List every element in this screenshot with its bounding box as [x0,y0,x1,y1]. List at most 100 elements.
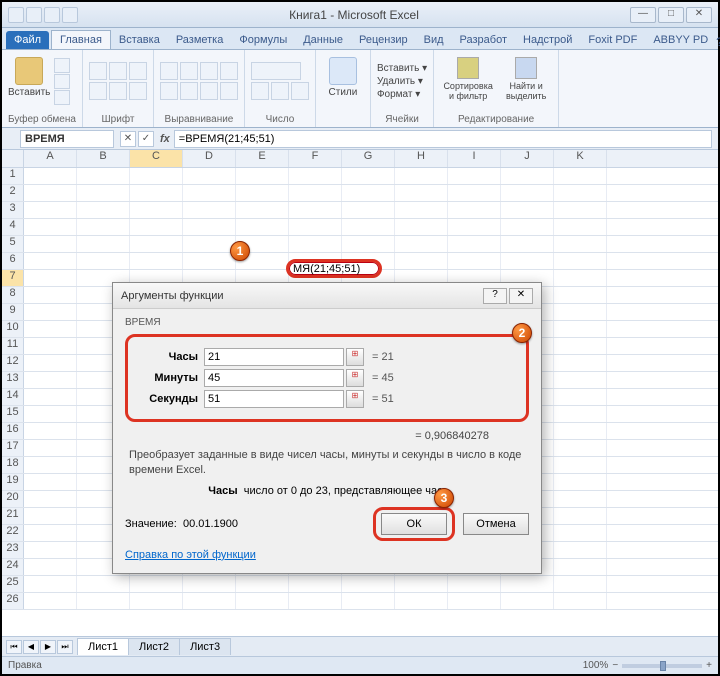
cell[interactable] [183,236,236,252]
cell[interactable] [395,253,448,269]
cell[interactable] [24,389,77,405]
tab-formulas[interactable]: Формулы [231,31,295,49]
percent-icon[interactable] [271,82,289,100]
cell[interactable] [130,185,183,201]
cell[interactable] [24,423,77,439]
cell[interactable] [554,423,607,439]
sort-filter-button[interactable]: Сортировка и фильтр [440,55,496,107]
row-header[interactable]: 23 [2,542,24,558]
cell[interactable] [501,168,554,184]
cell[interactable] [448,236,501,252]
cell[interactable] [24,253,77,269]
cell[interactable] [24,202,77,218]
cells-delete[interactable]: Удалить ▾ [377,76,427,87]
save-icon[interactable] [26,7,42,23]
range-picker-icon[interactable]: ⊞ [346,348,364,366]
dialog-close-icon[interactable]: ✕ [509,288,533,304]
row-header[interactable]: 14 [2,389,24,405]
cell[interactable] [554,168,607,184]
cell[interactable] [554,525,607,541]
cell[interactable] [24,219,77,235]
tab-insert[interactable]: Вставка [111,31,168,49]
help-link[interactable]: Справка по этой функции [125,549,256,561]
bold-button[interactable] [89,62,107,80]
fx-icon[interactable]: fx [160,133,170,145]
font-color-button[interactable] [129,82,147,100]
col-c[interactable]: C [130,150,183,167]
zoom-slider[interactable] [622,664,702,668]
cell[interactable] [342,202,395,218]
cells-insert[interactable]: Вставить ▾ [377,63,427,74]
cell[interactable] [554,406,607,422]
col-f[interactable]: F [289,150,342,167]
sheet-last-icon[interactable]: ⏭ [57,640,73,654]
cell[interactable] [342,168,395,184]
row-header[interactable]: 12 [2,355,24,371]
cell[interactable] [501,236,554,252]
cell[interactable] [24,304,77,320]
cell[interactable] [448,219,501,235]
row-header[interactable]: 21 [2,508,24,524]
cell[interactable] [130,576,183,592]
col-j[interactable]: J [501,150,554,167]
cell[interactable] [24,440,77,456]
maximize-button[interactable]: □ [658,7,684,23]
tab-data[interactable]: Данные [295,31,351,49]
cell[interactable] [554,219,607,235]
find-select-button[interactable]: Найти и выделить [500,55,552,107]
cell[interactable] [24,236,77,252]
cell[interactable] [77,236,130,252]
cell[interactable] [289,168,342,184]
align-mid-icon[interactable] [180,62,198,80]
cell[interactable] [183,593,236,609]
cell[interactable] [554,185,607,201]
row-header[interactable]: 4 [2,219,24,235]
enter-formula-icon[interactable]: ✓ [138,131,154,147]
row-header[interactable]: 17 [2,440,24,456]
cell[interactable] [501,593,554,609]
row-header[interactable]: 6 [2,253,24,269]
col-e[interactable]: E [236,150,289,167]
cut-icon[interactable] [54,58,70,73]
col-h[interactable]: H [395,150,448,167]
row-header[interactable]: 19 [2,474,24,490]
cell[interactable] [554,542,607,558]
cell[interactable] [554,457,607,473]
cell[interactable] [77,168,130,184]
align-top-icon[interactable] [160,62,178,80]
cell[interactable] [395,185,448,201]
minimize-button[interactable]: — [630,7,656,23]
cell[interactable] [342,236,395,252]
cell[interactable] [236,202,289,218]
row-header[interactable]: 7 [2,270,24,286]
cell[interactable] [24,491,77,507]
cells-format[interactable]: Формат ▾ [377,89,427,100]
cell[interactable] [183,576,236,592]
cell[interactable] [183,202,236,218]
cell[interactable] [448,253,501,269]
cell[interactable] [501,185,554,201]
row-header[interactable]: 1 [2,168,24,184]
paste-button[interactable]: Вставить [8,55,50,107]
name-box[interactable]: ВРЕМЯ [20,130,114,148]
cell[interactable] [448,576,501,592]
cell[interactable] [77,253,130,269]
cell[interactable] [448,593,501,609]
cell[interactable] [24,457,77,473]
col-b[interactable]: B [77,150,130,167]
tab-addins[interactable]: Надстрой [515,31,580,49]
cell[interactable] [24,270,77,286]
zoom-out-icon[interactable]: − [612,660,618,671]
row-header[interactable]: 18 [2,457,24,473]
wrap-icon[interactable] [220,62,238,80]
align-right-icon[interactable] [200,82,218,100]
cell[interactable] [289,576,342,592]
cell[interactable] [342,576,395,592]
cell[interactable] [24,372,77,388]
align-center-icon[interactable] [180,82,198,100]
cell[interactable] [130,236,183,252]
cell[interactable] [501,576,554,592]
undo-icon[interactable] [44,7,60,23]
cell[interactable] [130,593,183,609]
cell[interactable] [24,338,77,354]
